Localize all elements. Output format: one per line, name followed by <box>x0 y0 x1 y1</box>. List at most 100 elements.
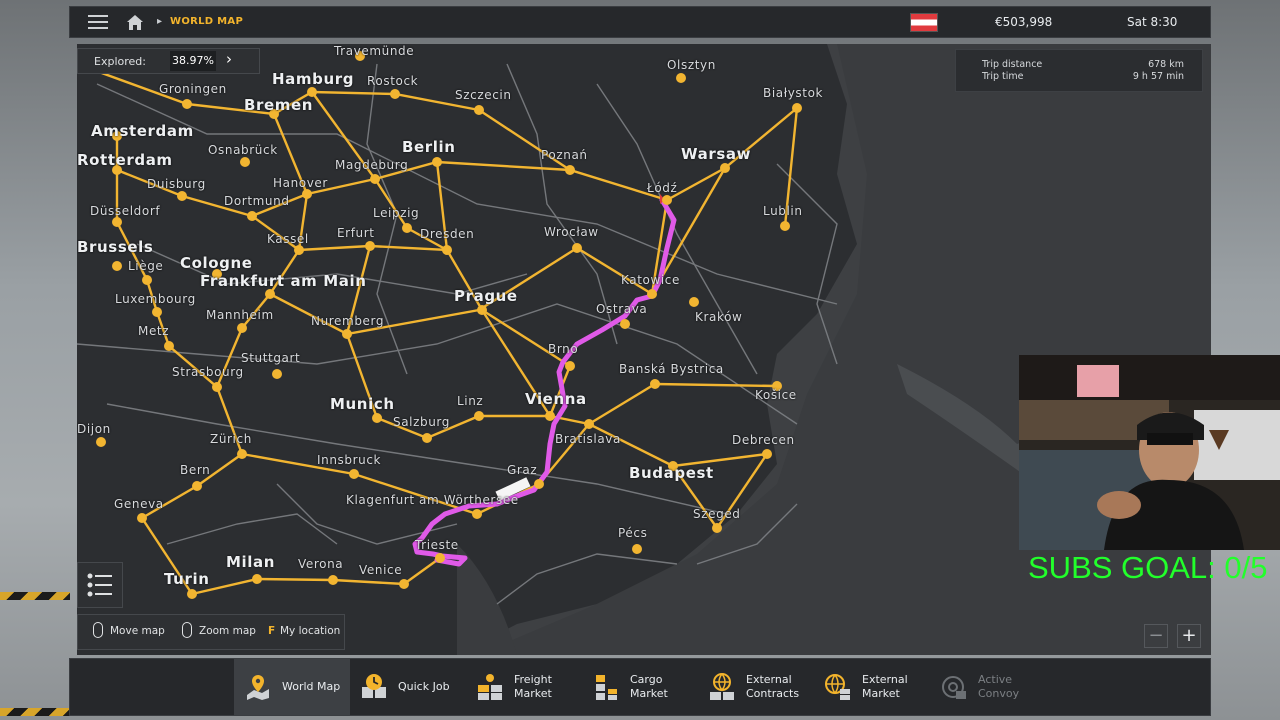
city-marker[interactable] <box>402 223 412 233</box>
tab-cargo-market[interactable]: Cargo Market <box>582 659 698 715</box>
menu-icon[interactable] <box>88 15 108 29</box>
city-marker[interactable] <box>302 189 312 199</box>
city-marker[interactable] <box>177 191 187 201</box>
city-marker[interactable] <box>164 341 174 351</box>
city-marker[interactable] <box>565 361 575 371</box>
city-label: Duisburg <box>147 177 206 191</box>
city-marker[interactable] <box>422 433 432 443</box>
map-controls-hint: Move map Zoom map F My location <box>77 614 345 650</box>
city-marker[interactable] <box>252 574 262 584</box>
city-marker[interactable] <box>294 245 304 255</box>
city-marker[interactable] <box>370 174 380 184</box>
city-marker[interactable] <box>272 369 282 379</box>
city-marker[interactable] <box>390 89 400 99</box>
city-marker[interactable] <box>584 419 594 429</box>
convoy-icon <box>942 676 966 699</box>
city-marker[interactable] <box>474 411 484 421</box>
city-marker[interactable] <box>662 195 672 205</box>
f-key-icon: F <box>268 625 276 637</box>
city-marker[interactable] <box>399 579 409 589</box>
city-marker[interactable] <box>477 305 487 315</box>
city-marker[interactable] <box>137 513 147 523</box>
city-marker[interactable] <box>474 105 484 115</box>
tab-external-market[interactable]: External Market <box>814 659 930 715</box>
city-marker[interactable] <box>96 437 106 447</box>
city-marker[interactable] <box>650 379 660 389</box>
city-marker[interactable] <box>112 261 122 271</box>
webcam-overlay <box>1019 355 1280 550</box>
city-marker[interactable] <box>720 163 730 173</box>
city-marker[interactable] <box>265 289 275 299</box>
legend-button[interactable] <box>77 562 123 608</box>
city-label: Nuremberg <box>311 314 385 328</box>
hazard-stripe <box>0 592 70 600</box>
city-marker[interactable] <box>762 449 772 459</box>
city-label: Klagenfurt am Wörthersee <box>346 493 519 507</box>
tab-quick-job[interactable]: Quick Job <box>350 659 466 715</box>
city-marker[interactable] <box>565 165 575 175</box>
tab-label-line: Freight <box>514 673 552 686</box>
city-marker[interactable] <box>112 217 122 227</box>
city-label: Travemünde <box>334 44 415 58</box>
city-label: Milan <box>226 553 276 571</box>
city-marker[interactable] <box>792 103 802 113</box>
city-marker[interactable] <box>372 413 382 423</box>
city-label: Olsztyn <box>667 58 716 72</box>
city-marker[interactable] <box>187 589 197 599</box>
city-label: Dijon <box>77 422 111 436</box>
city-marker[interactable] <box>365 241 375 251</box>
city-marker[interactable] <box>240 157 250 167</box>
city-marker[interactable] <box>237 323 247 333</box>
city-marker[interactable] <box>712 523 722 533</box>
city-marker[interactable] <box>192 481 202 491</box>
move-map-hint: Move map <box>110 625 165 637</box>
city-marker[interactable] <box>432 157 442 167</box>
my-location-hint[interactable]: My location <box>280 625 340 637</box>
city-label: Strasbourg <box>172 365 244 379</box>
tab-label: Cargo Market <box>630 673 668 701</box>
city-marker[interactable] <box>545 411 555 421</box>
city-marker[interactable] <box>342 329 352 339</box>
city-marker[interactable] <box>152 307 162 317</box>
city-label: Lublin <box>763 204 803 218</box>
city-marker[interactable] <box>442 245 452 255</box>
city-marker[interactable] <box>780 221 790 231</box>
city-label: Ostrava <box>596 302 648 316</box>
city-label: Bratislava <box>555 432 621 446</box>
city-label: Munich <box>330 395 395 413</box>
city-marker[interactable] <box>247 211 257 221</box>
city-marker[interactable] <box>620 319 630 329</box>
chevron-right-icon: ▸ <box>157 16 163 27</box>
tab-label-line: Active <box>978 673 1013 686</box>
trip-info-panel: Trip distance 678 km Trip time 9 h 57 min <box>955 49 1203 92</box>
city-marker[interactable] <box>182 99 192 109</box>
home-icon[interactable] <box>125 12 145 32</box>
city-label: Innsbruck <box>317 453 382 467</box>
zoom-out-button[interactable]: − <box>1144 624 1168 648</box>
city-marker[interactable] <box>534 479 544 489</box>
city-marker[interactable] <box>572 243 582 253</box>
city-marker[interactable] <box>237 449 247 459</box>
tab-world-map[interactable]: World Map <box>234 659 350 715</box>
tab-label-line: External <box>862 673 908 686</box>
city-marker[interactable] <box>647 289 657 299</box>
city-label: Rotterdam <box>77 151 173 169</box>
city-marker[interactable] <box>632 544 642 554</box>
city-marker[interactable] <box>689 297 699 307</box>
city-marker[interactable] <box>212 382 222 392</box>
tab-freight-market[interactable]: Freight Market <box>466 659 582 715</box>
tab-external-contracts[interactable]: External Contracts <box>698 659 814 715</box>
city-marker[interactable] <box>349 469 359 479</box>
cargo-icon <box>596 675 617 700</box>
city-marker[interactable] <box>328 575 338 585</box>
city-marker[interactable] <box>435 553 445 563</box>
city-marker[interactable] <box>472 509 482 519</box>
city-marker[interactable] <box>142 275 152 285</box>
tab-label-line: Cargo <box>630 673 663 686</box>
tab-active-convoy[interactable]: Active Convoy <box>930 659 1046 715</box>
city-label: Stuttgart <box>241 351 301 365</box>
zoom-in-button[interactable]: + <box>1177 624 1201 648</box>
chevron-right-icon[interactable]: › <box>226 50 232 68</box>
city-marker[interactable] <box>676 73 686 83</box>
city-label: Groningen <box>159 82 227 96</box>
